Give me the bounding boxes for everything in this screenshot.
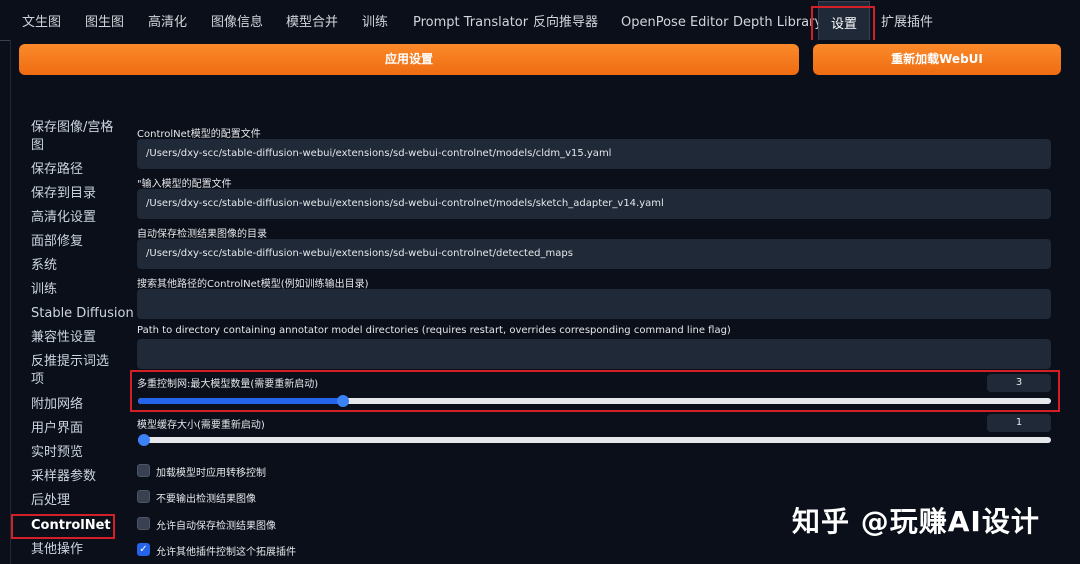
tab-depth-library[interactable]: Depth Library (733, 0, 822, 40)
sidebar-item-save-images-cont[interactable]: 图 (31, 137, 44, 155)
tab-extensions[interactable]: 扩展插件 (881, 0, 933, 40)
apply-settings-button[interactable]: 应用设置 (19, 44, 799, 75)
sidebar-item-extra-networks[interactable]: 附加网络 (31, 396, 83, 414)
tab-bar: 文生图 图生图 高清化 图像信息 模型合并 训练 Prompt Translat… (0, 0, 1080, 42)
sidebar-item-interrogate[interactable]: 反推提示词选 (31, 353, 109, 371)
controlnet-sidebar-highlight (11, 514, 115, 539)
sidebar-item-user-interface[interactable]: 用户界面 (31, 420, 83, 438)
sidebar-item-sampler-params[interactable]: 采样器参数 (31, 468, 96, 486)
sidebar-item-training[interactable]: 训练 (31, 281, 57, 299)
tab-interrogator[interactable]: 反向推导器 (533, 0, 598, 40)
cldm-config-input[interactable]: /Users/dxy-scc/stable-diffusion-webui/ex… (137, 139, 1051, 169)
annotator-models-path-input[interactable] (137, 339, 1051, 369)
model-cache-size-slider[interactable] (138, 434, 1051, 446)
watermark: 知乎 @玩赚AI设计 (792, 505, 1040, 538)
tab-upscale[interactable]: 高清化 (148, 0, 187, 40)
sidebar-item-upscaling[interactable]: 高清化设置 (31, 209, 96, 227)
settings-tab-highlight (811, 6, 875, 42)
max-models-highlight (130, 370, 1060, 412)
tab-openpose-editor[interactable]: OpenPose Editor (621, 0, 728, 40)
sidebar-item-stable-diffusion[interactable]: Stable Diffusion (31, 305, 134, 323)
sidebar-item-save-images[interactable]: 保存图像/宫格 (31, 119, 113, 137)
sidebar-item-interrogate-cont[interactable]: 项 (31, 371, 44, 389)
tab-image-info[interactable]: 图像信息 (211, 0, 263, 40)
model-cache-size-number-input[interactable]: 1 (987, 414, 1051, 432)
extra-models-path-label: 搜索其他路径的ControlNet模型(例如训练输出目录) (137, 279, 369, 290)
apply-transfer-control-label: 加载模型时应用转移控制 (156, 468, 266, 479)
sidebar-item-compatibility[interactable]: 兼容性设置 (31, 329, 96, 347)
extra-models-path-input[interactable] (137, 289, 1051, 319)
sidebar-item-postprocessing[interactable]: 后处理 (31, 492, 70, 510)
detected-maps-dir-label: 自动保存检测结果图像的目录 (137, 229, 267, 240)
apply-transfer-control-checkbox[interactable] (137, 464, 150, 477)
cldm-config-label: ControlNet模型的配置文件 (137, 129, 261, 140)
sidebar-item-live-preview[interactable]: 实时预览 (31, 444, 83, 462)
auto-save-detected-checkbox[interactable] (137, 517, 150, 530)
detected-maps-dir-input[interactable]: /Users/dxy-scc/stable-diffusion-webui/ex… (137, 239, 1051, 269)
tab-img2img[interactable]: 图生图 (85, 0, 124, 40)
tab-txt2img[interactable]: 文生图 (22, 0, 61, 40)
no-output-detected-label: 不要输出检测结果图像 (156, 494, 256, 505)
adapter-config-label: "输入模型的配置文件 (137, 179, 232, 190)
annotator-models-path-label: Path to directory containing annotator m… (137, 325, 731, 336)
tab-model-merge[interactable]: 模型合并 (286, 0, 338, 40)
adapter-config-input[interactable]: /Users/dxy-scc/stable-diffusion-webui/ex… (137, 189, 1051, 219)
allow-other-extensions-label: 允许其他插件控制这个拓展插件 (156, 547, 296, 558)
model-cache-size-slider-thumb[interactable] (138, 434, 150, 446)
auto-save-detected-label: 允许自动保存检测结果图像 (156, 521, 276, 532)
sidebar-item-save-to-dirs[interactable]: 保存到目录 (31, 185, 96, 203)
tab-train[interactable]: 训练 (362, 0, 388, 40)
model-cache-size-label: 模型缓存大小(需要重新启动) (137, 420, 265, 431)
tab-prompt-translator[interactable]: Prompt Translator (413, 0, 528, 40)
sidebar-item-save-paths[interactable]: 保存路径 (31, 161, 83, 179)
no-output-detected-checkbox[interactable] (137, 490, 150, 503)
sidebar-item-other-actions[interactable]: 其他操作 (31, 541, 83, 559)
sidebar-item-face-restoration[interactable]: 面部修复 (31, 233, 83, 251)
reload-webui-button[interactable]: 重新加载WebUI (813, 44, 1061, 75)
sidebar-item-system[interactable]: 系统 (31, 257, 57, 275)
allow-other-extensions-checkbox[interactable]: ✓ (137, 543, 150, 556)
